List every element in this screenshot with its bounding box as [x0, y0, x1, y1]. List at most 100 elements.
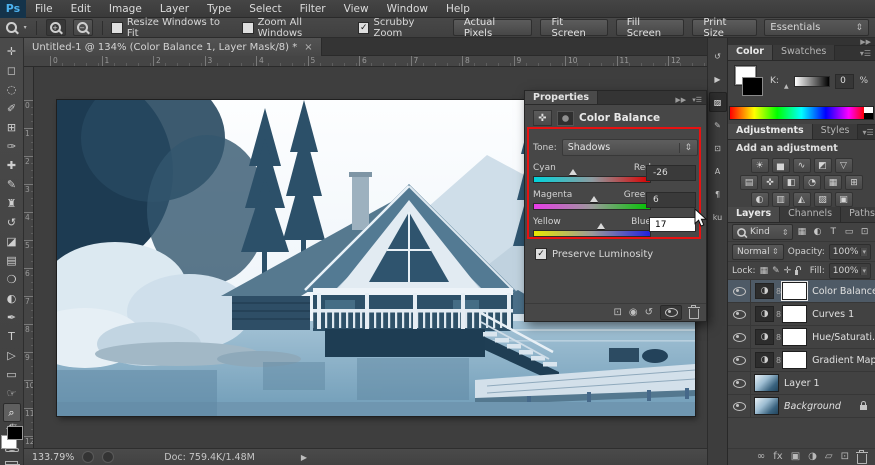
mask-thumbnail-icon[interactable] — [557, 111, 574, 126]
clone-stamp-tool[interactable]: ♜ — [3, 194, 21, 213]
blend-mode-dropdown[interactable]: Normal ⇕ — [732, 244, 784, 260]
menu-item[interactable]: Image — [100, 0, 151, 18]
crop-tool[interactable]: ⊞ — [3, 118, 21, 137]
quick-mask-mode-button[interactable] — [5, 448, 19, 452]
layer-visibility-toggle[interactable] — [728, 303, 751, 325]
exposure-icon[interactable]: ◩ — [814, 158, 832, 173]
options-button[interactable]: Fit Screen — [540, 19, 607, 36]
collapse-panel-icon[interactable]: ▶▶ — [675, 96, 686, 104]
layer-visibility-toggle[interactable] — [728, 372, 751, 394]
status-flyout-icon[interactable]: ▶ — [301, 453, 307, 462]
layer-thumbnail[interactable] — [755, 398, 778, 414]
options-button[interactable]: Print Size — [692, 19, 757, 36]
layer-mask-thumbnail[interactable] — [783, 306, 806, 322]
type-tool[interactable]: T — [3, 327, 21, 346]
layer-thumbnail[interactable] — [755, 375, 778, 391]
brush-panel-icon[interactable]: ✎ — [709, 115, 727, 135]
menu-item[interactable]: File — [26, 0, 62, 18]
layer-visibility-toggle[interactable] — [728, 326, 751, 348]
threshold-icon[interactable]: ◭ — [793, 192, 811, 207]
layer-mask-thumbnail[interactable] — [783, 352, 806, 368]
checkbox-icon[interactable]: ✓ — [111, 22, 122, 34]
zoom-tool-icon[interactable] — [6, 22, 17, 33]
filter-smart-objects-icon[interactable]: ⊡ — [858, 226, 871, 239]
marquee-tool[interactable]: ◻ — [3, 61, 21, 80]
workspace-switcher[interactable]: Essentials ⇕ — [764, 19, 869, 36]
filter-pixel-layers-icon[interactable]: ▦ — [796, 226, 809, 239]
panel-menu-icon[interactable]: ▾☰ — [858, 126, 875, 139]
gradient-map-icon[interactable]: ▨ — [814, 192, 832, 207]
color-balance-icon[interactable]: ✜ — [761, 175, 779, 190]
panel-menu-icon[interactable]: ▾☰ — [692, 96, 702, 104]
clone-source-panel-icon[interactable]: ⊡ — [709, 138, 727, 158]
lock-pixels-icon[interactable]: ✎ — [772, 266, 780, 276]
zoom-level[interactable]: 133.79% — [32, 452, 74, 463]
eraser-tool[interactable]: ◪ — [3, 232, 21, 251]
checkbox-icon[interactable]: ✓ — [358, 22, 369, 34]
slider-track[interactable] — [533, 230, 651, 237]
panel-tab[interactable]: Color — [728, 45, 773, 60]
layer-row[interactable]: ◑ 8 Gradient Map 1 — [728, 349, 875, 372]
background-color-swatch[interactable] — [7, 426, 23, 440]
adjustment-layer-icon[interactable]: ◑ — [755, 329, 774, 345]
character-panel-icon[interactable]: A — [709, 161, 727, 181]
slider-thumb[interactable] — [590, 196, 598, 202]
blur-tool[interactable]: ❍ — [3, 270, 21, 289]
posterize-icon[interactable]: ▥ — [772, 192, 790, 207]
menu-item[interactable]: Edit — [62, 0, 100, 18]
vibrance-icon[interactable]: ▽ — [835, 158, 853, 173]
options-checkbox[interactable]: ✓ Resize Windows to Fit — [111, 17, 228, 39]
panel-tab[interactable]: Layers — [728, 207, 780, 222]
tool-preset-arrow-icon[interactable]: ▾ — [24, 24, 27, 31]
healing-brush-tool[interactable]: ✚ — [3, 156, 21, 175]
pen-tool[interactable]: ✒ — [3, 308, 21, 327]
selective-color-icon[interactable]: ▣ — [835, 192, 853, 207]
filter-shape-layers-icon[interactable]: ▭ — [843, 226, 856, 239]
history-brush-tool[interactable]: ↺ — [3, 213, 21, 232]
layer-row[interactable]: 8 Layer 1 — [728, 372, 875, 395]
menu-item[interactable]: Window — [378, 0, 437, 18]
color-swatches[interactable] — [735, 66, 765, 96]
filter-adjustment-layers-icon[interactable]: ◐ — [811, 226, 824, 239]
black-swatch[interactable] — [864, 113, 873, 119]
adjustment-layer-icon[interactable]: ◑ — [755, 306, 774, 322]
slider-thumb[interactable] — [597, 223, 605, 229]
new-group-icon[interactable]: ▱ — [825, 450, 833, 464]
slider-value-field[interactable]: -26 — [646, 165, 696, 181]
zoom-tool[interactable]: ⌕ — [3, 403, 21, 422]
reset-icon[interactable]: ↺ — [645, 307, 653, 318]
filter-type-layers-icon[interactable]: T — [827, 226, 840, 239]
layer-mask-thumbnail[interactable] — [783, 329, 806, 345]
layer-row[interactable]: ◑ 8 Curves 1 — [728, 303, 875, 326]
actions-panel-icon[interactable]: ▶ — [709, 69, 727, 89]
shape-tool[interactable]: ▭ — [3, 365, 21, 384]
slider-thumb[interactable] — [569, 169, 577, 175]
color-lookup-icon[interactable]: ⊞ — [845, 175, 863, 190]
opacity-dropdown[interactable]: 100% ▾ — [829, 244, 871, 260]
dodge-tool[interactable]: ◐ — [3, 289, 21, 308]
view-previous-state-icon[interactable]: ◉ — [629, 307, 638, 318]
quick-selection-tool[interactable]: ✐ — [3, 99, 21, 118]
lock-all-icon[interactable] — [795, 270, 798, 275]
options-checkbox[interactable]: ✓ Zoom All Windows — [242, 17, 344, 39]
menu-item[interactable]: Type — [198, 0, 240, 18]
lasso-tool[interactable]: ◌ — [3, 80, 21, 99]
filter-kind-dropdown[interactable]: Kind ⇕ — [732, 224, 793, 240]
layer-visibility-toggle[interactable] — [728, 395, 751, 417]
delete-layer-icon[interactable] — [857, 454, 867, 464]
properties-panel-icon[interactable]: ▨ — [709, 92, 727, 112]
properties-tab[interactable]: Properties — [525, 91, 598, 104]
layer-name[interactable]: Color Balance 1 — [812, 286, 875, 297]
panel-tab[interactable]: Swatches — [773, 45, 835, 60]
k-slider[interactable] — [794, 76, 831, 87]
options-button[interactable]: Fill Screen — [616, 19, 685, 36]
layer-row[interactable]: 8 Background — [728, 395, 875, 418]
panel-menu-icon[interactable]: ▾☰ — [856, 47, 875, 60]
zoom-in-button[interactable]: + — [46, 19, 66, 36]
history-panel-icon[interactable]: ↺ — [709, 46, 727, 66]
move-tool[interactable]: ✛ — [3, 42, 21, 61]
clip-to-layer-icon[interactable]: ⊡ — [613, 307, 621, 318]
delete-adjustment-icon[interactable] — [689, 309, 699, 319]
new-layer-icon[interactable]: ⊡ — [841, 450, 849, 464]
panel-tab[interactable]: Adjustments — [728, 124, 813, 139]
